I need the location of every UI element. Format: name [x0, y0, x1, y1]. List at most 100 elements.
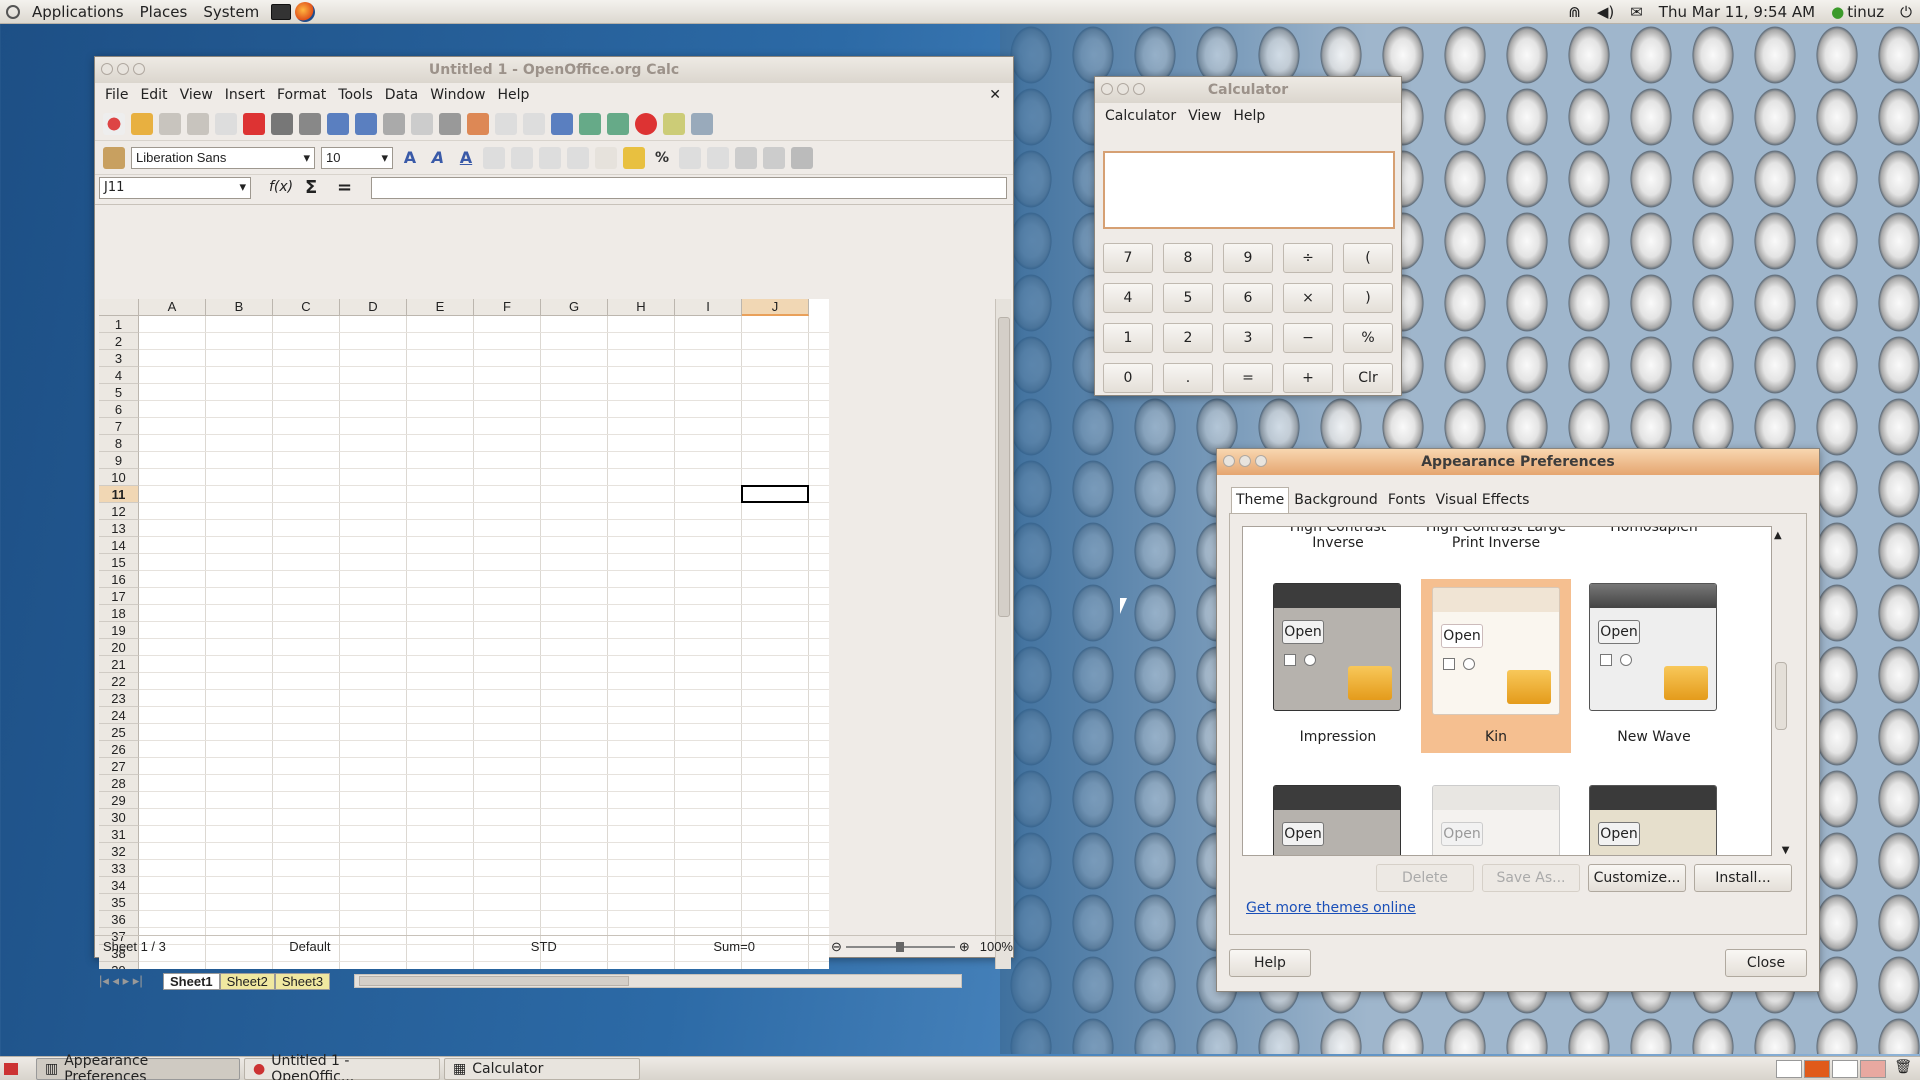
calc-key[interactable]: 3 — [1223, 323, 1273, 353]
merge-cells-icon[interactable] — [595, 146, 617, 169]
network-icon[interactable]: ⋒ — [1560, 0, 1589, 24]
row-header[interactable]: 36 — [99, 911, 139, 928]
calc-key[interactable]: 9 — [1223, 243, 1273, 273]
font-name-select[interactable]: Liberation Sans ▾ — [131, 146, 315, 169]
task-calc[interactable]: ● Untitled 1 - OpenOffic... — [244, 1053, 440, 1080]
justify-icon[interactable] — [567, 146, 589, 169]
selected-cell[interactable] — [741, 485, 809, 503]
name-box[interactable]: J11 ▾ — [99, 177, 251, 199]
copy-icon[interactable] — [411, 112, 433, 135]
zoom-out-icon[interactable]: ⊖ — [831, 939, 842, 955]
tab-fonts[interactable]: Fonts — [1383, 487, 1431, 513]
calc-key[interactable]: 6 — [1223, 283, 1273, 313]
calc-key[interactable]: 0 — [1103, 363, 1153, 393]
bold-icon[interactable]: A — [399, 148, 421, 167]
decrease-indent-icon[interactable] — [735, 146, 757, 169]
format-paintbrush-icon[interactable] — [467, 112, 489, 135]
calc-key[interactable]: % — [1343, 323, 1393, 353]
sort-descending-icon[interactable] — [607, 112, 629, 135]
menu-view[interactable]: View — [174, 87, 219, 103]
row-header[interactable]: 21 — [99, 656, 139, 673]
menu-help[interactable]: Help — [491, 87, 535, 103]
theme-preview-partial-1[interactable]: Open — [1273, 785, 1401, 855]
sheet-tab-3[interactable]: Sheet3 — [274, 972, 331, 990]
add-decimal-icon[interactable] — [707, 146, 729, 169]
sum-icon[interactable]: Σ — [305, 177, 317, 198]
paste-icon[interactable] — [439, 112, 461, 135]
calc-key[interactable]: × — [1283, 283, 1333, 313]
print-preview-icon[interactable] — [299, 112, 321, 135]
column-header[interactable]: E — [407, 299, 474, 316]
row-header[interactable]: 26 — [99, 741, 139, 758]
styles-icon[interactable] — [103, 146, 125, 169]
menu-edit[interactable]: Edit — [134, 87, 173, 103]
row-header[interactable]: 19 — [99, 622, 139, 639]
maximize-window-icon[interactable] — [1133, 83, 1145, 95]
row-header[interactable]: 16 — [99, 571, 139, 588]
menu-format[interactable]: Format — [271, 87, 332, 103]
save-as-button[interactable]: Save As... — [1482, 864, 1580, 892]
autospell-icon[interactable] — [355, 112, 377, 135]
horizontal-scrollbar[interactable] — [354, 974, 963, 988]
theme-list[interactable]: High Contrast Inverse High Contrast Larg… — [1242, 526, 1772, 856]
theme-item-new-wave[interactable]: Open New Wave — [1579, 583, 1729, 753]
row-header[interactable]: 32 — [99, 843, 139, 860]
row-header[interactable]: 31 — [99, 826, 139, 843]
number-format-icon[interactable] — [679, 146, 701, 169]
chart-icon[interactable] — [635, 112, 657, 135]
row-header[interactable]: 24 — [99, 707, 139, 724]
column-header[interactable]: C — [273, 299, 340, 316]
save-icon[interactable] — [159, 112, 181, 135]
column-header[interactable]: I — [675, 299, 742, 316]
redo-icon[interactable] — [523, 112, 545, 135]
scroll-up-icon[interactable]: ▲ — [1774, 530, 1782, 541]
column-header[interactable]: J — [742, 299, 809, 316]
status-mode[interactable]: STD — [468, 939, 557, 954]
row-header[interactable]: 15 — [99, 554, 139, 571]
print-icon[interactable] — [271, 112, 293, 135]
workspace-2[interactable] — [1804, 1059, 1830, 1078]
scrollbar-thumb[interactable] — [359, 976, 630, 986]
align-center-icon[interactable] — [511, 146, 533, 169]
row-header[interactable]: 9 — [99, 452, 139, 469]
formula-input[interactable] — [371, 177, 1007, 199]
terminal-launcher-icon[interactable] — [271, 3, 292, 20]
edit-file-icon[interactable] — [215, 112, 237, 135]
tab-theme[interactable]: Theme — [1231, 487, 1290, 513]
row-header[interactable]: 23 — [99, 690, 139, 707]
maximize-window-icon[interactable] — [133, 63, 145, 75]
calc-key[interactable]: ÷ — [1283, 243, 1333, 273]
close-window-icon[interactable] — [1223, 455, 1235, 467]
row-header[interactable]: 35 — [99, 894, 139, 911]
zoom-slider[interactable] — [845, 941, 955, 952]
workspace-4[interactable] — [1860, 1059, 1886, 1078]
calc-titlebar[interactable]: Untitled 1 - OpenOffice.org Calc — [95, 57, 1013, 83]
row-header[interactable]: 8 — [99, 435, 139, 452]
close-document-icon[interactable]: ✕ — [983, 87, 1007, 103]
calc-key[interactable]: Clr — [1343, 363, 1393, 393]
row-header[interactable]: 13 — [99, 520, 139, 537]
install-button[interactable]: Install... — [1694, 864, 1792, 892]
row-header[interactable]: 14 — [99, 537, 139, 554]
theme-preview-partial-3[interactable]: Open — [1589, 785, 1717, 855]
calc-key[interactable]: 7 — [1103, 243, 1153, 273]
menu-calculator[interactable]: Calculator — [1099, 108, 1182, 124]
theme-preview-partial-2[interactable]: Open — [1432, 785, 1560, 855]
calc-key[interactable]: = — [1223, 363, 1273, 393]
row-header[interactable]: 18 — [99, 605, 139, 622]
row-header[interactable]: 2 — [99, 333, 139, 350]
percent-icon[interactable]: % — [651, 150, 673, 166]
minimize-window-icon[interactable] — [1239, 455, 1251, 467]
sheet-tab-2[interactable]: Sheet2 — [219, 972, 275, 990]
open-icon[interactable] — [131, 112, 153, 135]
column-header[interactable]: A — [139, 299, 206, 316]
calc-key[interactable]: + — [1283, 363, 1333, 393]
menu-tools[interactable]: Tools — [332, 87, 379, 103]
row-header[interactable]: 39 — [99, 962, 139, 969]
calc-key[interactable]: − — [1283, 323, 1333, 353]
row-header[interactable]: 12 — [99, 503, 139, 520]
menu-view[interactable]: View — [1182, 108, 1227, 124]
user-switcher[interactable]: ● tinuz — [1823, 0, 1892, 24]
help-button[interactable]: Help — [1229, 949, 1311, 977]
corner-cell[interactable] — [99, 299, 139, 316]
